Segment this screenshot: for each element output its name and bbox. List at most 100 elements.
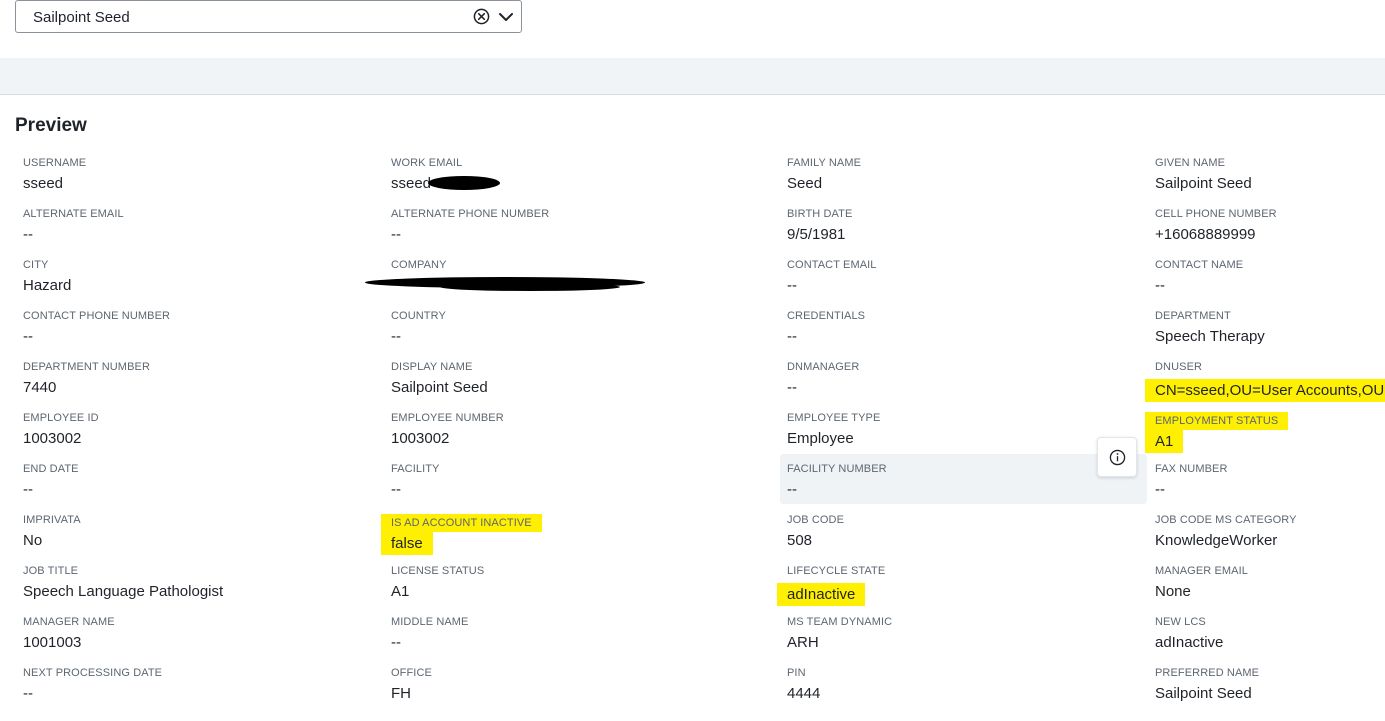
- field-credentials: CREDENTIALS --: [787, 310, 1147, 354]
- field-label: PREFERRED NAME: [1155, 667, 1260, 679]
- field-department: DEPARTMENT Speech Therapy: [1155, 310, 1385, 354]
- field-label: NEW LCS: [1155, 616, 1206, 628]
- field-lifecycle-state: LIFECYCLE STATE adInactive: [777, 565, 1147, 609]
- field-dnuser: DNUSER CN=sseed,OU=User Accounts,OU=S: [1145, 361, 1385, 405]
- field-new-lcs: NEW LCS adInactive: [1155, 616, 1385, 660]
- identity-select[interactable]: Sailpoint Seed: [15, 0, 522, 33]
- field-value: --: [391, 226, 401, 243]
- redaction-mark: [428, 176, 500, 190]
- field-value: adInactive: [1155, 634, 1224, 651]
- field-preferred-name: PREFERRED NAME Sailpoint Seed: [1155, 667, 1385, 711]
- field-contact-name: CONTACT NAME --: [1155, 259, 1385, 303]
- field-employee-id: EMPLOYEE ID 1003002: [23, 412, 383, 456]
- info-icon: [1109, 449, 1126, 466]
- field-label: CELL PHONE NUMBER: [1155, 208, 1277, 220]
- field-alternate-phone-number: ALTERNATE PHONE NUMBER --: [391, 208, 751, 252]
- field-label: LIFECYCLE STATE: [787, 565, 886, 577]
- field-value: --: [23, 226, 33, 243]
- field-value: --: [787, 277, 797, 294]
- field-value: --: [1155, 277, 1165, 294]
- field-employment-status: EMPLOYMENT STATUS A1: [1145, 412, 1385, 456]
- field-value: --: [787, 328, 797, 345]
- field-value: 1003002: [23, 430, 82, 447]
- field-city: CITY Hazard: [23, 259, 383, 303]
- field-value: --: [23, 685, 33, 702]
- field-label: JOB TITLE: [23, 565, 79, 577]
- field-facility-number: FACILITY NUMBER --: [787, 463, 1147, 507]
- redaction-mark: [440, 283, 620, 291]
- field-value: Employee: [787, 430, 854, 447]
- field-value: --: [23, 328, 33, 345]
- field-value: --: [1155, 481, 1165, 498]
- field-value: FH: [391, 685, 411, 702]
- field-value: sseed: [391, 175, 432, 192]
- field-value: Sailpoint Seed: [1155, 685, 1252, 702]
- field-value: --: [391, 328, 401, 345]
- field-value: --: [391, 634, 401, 651]
- field-value: +16068889999: [1155, 226, 1256, 243]
- field-label: ALTERNATE PHONE NUMBER: [391, 208, 550, 220]
- field-label: EMPLOYEE ID: [23, 412, 99, 424]
- field-contact-phone-number: CONTACT PHONE NUMBER --: [23, 310, 383, 354]
- field-label: JOB CODE MS CATEGORY: [1155, 514, 1297, 526]
- field-label: OFFICE: [391, 667, 432, 679]
- field-value: 1003002: [391, 430, 450, 447]
- field-label: EMPLOYEE NUMBER: [391, 412, 504, 424]
- field-value: false: [381, 532, 433, 555]
- field-value: --: [23, 481, 33, 498]
- clear-icon[interactable]: [473, 8, 490, 25]
- field-cell-phone-number: CELL PHONE NUMBER +16068889999: [1155, 208, 1385, 252]
- field-label: ALTERNATE EMAIL: [23, 208, 124, 220]
- field-label: FACILITY NUMBER: [787, 463, 887, 475]
- field-job-title: JOB TITLE Speech Language Pathologist: [23, 565, 383, 609]
- field-middle-name: MIDDLE NAME --: [391, 616, 751, 660]
- field-label: MANAGER NAME: [23, 616, 115, 628]
- field-value: 9/5/1981: [787, 226, 846, 243]
- field-display-name: DISPLAY NAME Sailpoint Seed: [391, 361, 751, 405]
- field-end-date: END DATE --: [23, 463, 383, 507]
- field-manager-name: MANAGER NAME 1001003: [23, 616, 383, 660]
- field-label: COUNTRY: [391, 310, 446, 322]
- field-label: FACILITY: [391, 463, 440, 475]
- field-label: WORK EMAIL: [391, 157, 463, 169]
- field-value: Sailpoint Seed: [391, 379, 488, 396]
- field-label: EMPLOYMENT STATUS: [1145, 412, 1289, 430]
- field-employee-type: EMPLOYEE TYPE Employee: [787, 412, 1147, 456]
- field-value: 508: [787, 532, 813, 549]
- info-button[interactable]: [1097, 437, 1137, 477]
- field-employee-number: EMPLOYEE NUMBER 1003002: [391, 412, 751, 456]
- field-label: LICENSE STATUS: [391, 565, 485, 577]
- field-label: USERNAME: [23, 157, 87, 169]
- field-is-ad-account-inactive: IS AD ACCOUNT INACTIVE false: [381, 514, 751, 558]
- field-label: BIRTH DATE: [787, 208, 853, 220]
- field-job-code-ms-category: JOB CODE MS CATEGORY KnowledgeWorker: [1155, 514, 1385, 558]
- field-license-status: LICENSE STATUS A1: [391, 565, 751, 609]
- field-label: DISPLAY NAME: [391, 361, 473, 373]
- field-fax-number: FAX NUMBER --: [1155, 463, 1385, 507]
- chevron-down-icon[interactable]: [497, 8, 515, 26]
- field-value: None: [1155, 583, 1191, 600]
- field-department-number: DEPARTMENT NUMBER 7440: [23, 361, 383, 405]
- field-label: CONTACT PHONE NUMBER: [23, 310, 171, 322]
- field-value: A1: [1145, 430, 1184, 453]
- field-label: END DATE: [23, 463, 79, 475]
- field-facility: FACILITY --: [391, 463, 751, 507]
- field-label: EMPLOYEE TYPE: [787, 412, 881, 424]
- field-label: MS TEAM DYNAMIC: [787, 616, 893, 628]
- field-family-name: FAMILY NAME Seed: [787, 157, 1147, 201]
- top-area: Sailpoint Seed: [0, 0, 1385, 58]
- field-label: NEXT PROCESSING DATE: [23, 667, 163, 679]
- field-value: sseed: [23, 175, 64, 192]
- field-manager-email: MANAGER EMAIL None: [1155, 565, 1385, 609]
- field-label: COMPANY: [391, 259, 447, 271]
- field-pin: PIN 4444: [787, 667, 1147, 711]
- field-label: IMPRIVATA: [23, 514, 81, 526]
- field-value: CN=sseed,OU=User Accounts,OU=S: [1145, 379, 1385, 402]
- field-label: CONTACT NAME: [1155, 259, 1244, 271]
- field-country: COUNTRY --: [391, 310, 751, 354]
- field-next-processing-date: NEXT PROCESSING DATE --: [23, 667, 383, 711]
- field-dnmanager: DNMANAGER --: [787, 361, 1147, 405]
- field-value: 4444: [787, 685, 821, 702]
- field-label: GIVEN NAME: [1155, 157, 1226, 169]
- field-label: MANAGER EMAIL: [1155, 565, 1248, 577]
